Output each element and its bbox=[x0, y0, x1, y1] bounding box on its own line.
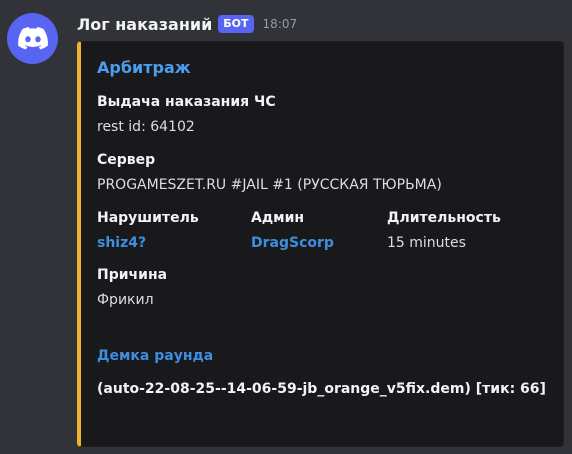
demo-link[interactable]: Демка раунда bbox=[97, 348, 213, 364]
message-header: Лог наказаний БОТ 18:07 bbox=[77, 12, 297, 36]
embed-title: Арбитраж bbox=[97, 58, 191, 77]
field-server-name: Сервер bbox=[97, 152, 156, 168]
field-admin-name: Админ bbox=[251, 210, 305, 226]
demo-filename: (auto-22-08-25--14-06-59-jb_orange_v5fix… bbox=[97, 381, 546, 397]
field-server-value: PROGAMESZET.RU #JAIL #1 (РУССКАЯ ТЮРЬМА) bbox=[97, 177, 442, 193]
field-duration-name: Длительность bbox=[387, 210, 501, 226]
bot-tag: БОТ bbox=[218, 15, 254, 33]
message-timestamp[interactable]: 18:07 bbox=[263, 17, 298, 31]
field-duration-value: 15 minutes bbox=[387, 235, 466, 251]
field-admin-link[interactable]: DragScorp bbox=[251, 235, 334, 251]
field-offender-name: Нарушитель bbox=[97, 210, 199, 226]
field-punishment-name: Выдача наказания ЧС bbox=[97, 94, 276, 110]
embed-card: Арбитраж Выдача наказания ЧС rest id: 64… bbox=[77, 41, 564, 447]
embed-body: Арбитраж Выдача наказания ЧС rest id: 64… bbox=[81, 42, 563, 446]
bot-avatar[interactable] bbox=[7, 13, 58, 64]
field-reason-value: Фрикил bbox=[97, 292, 154, 308]
field-offender-link[interactable]: shiz4? bbox=[97, 235, 146, 251]
field-punishment-value: rest id: 64102 bbox=[97, 119, 195, 135]
field-reason-name: Причина bbox=[97, 267, 168, 283]
discord-logo-icon bbox=[17, 27, 48, 50]
author-name[interactable]: Лог наказаний bbox=[77, 15, 212, 34]
